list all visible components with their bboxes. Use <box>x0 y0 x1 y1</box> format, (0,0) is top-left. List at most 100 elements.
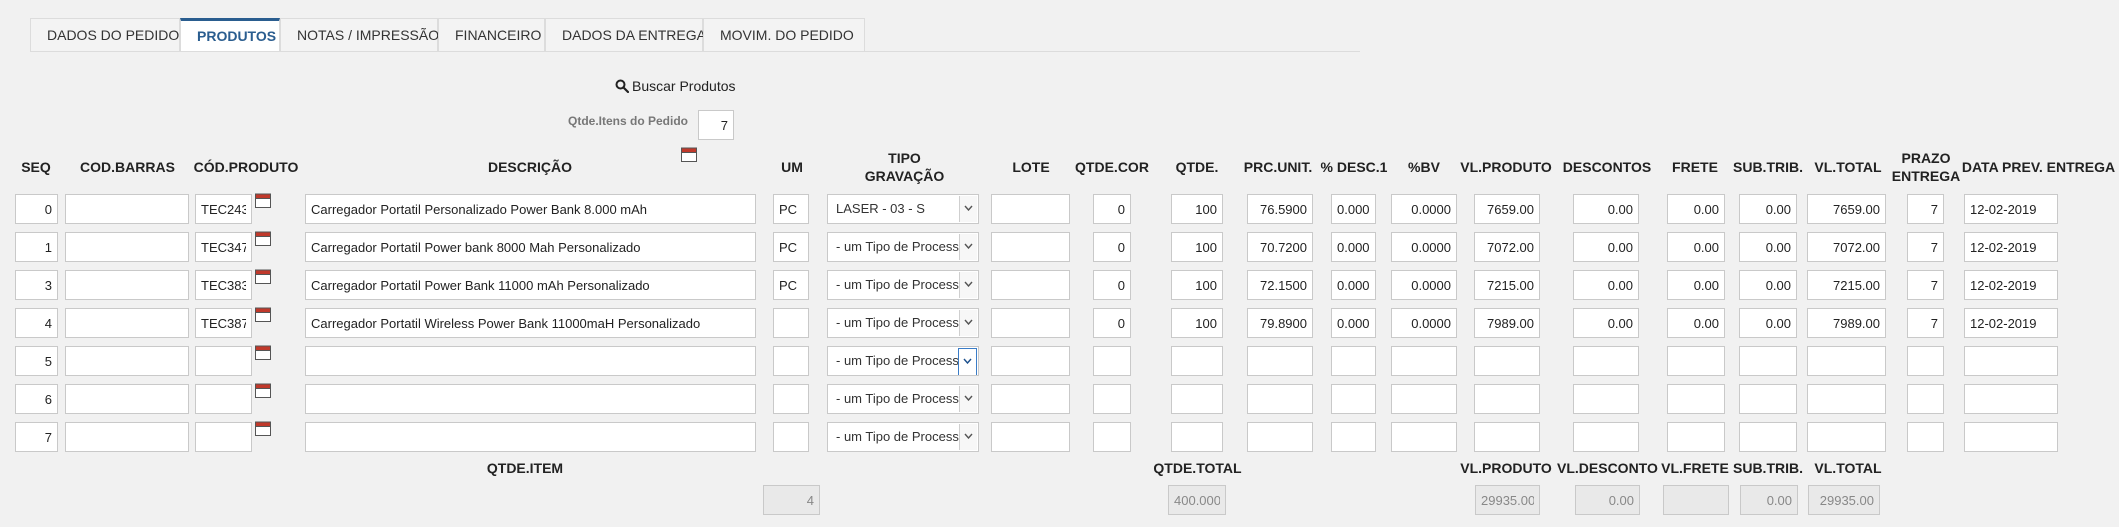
lote-field[interactable] <box>991 194 1070 224</box>
tipo-gravacao-select[interactable]: - um Tipo de Processo - <box>827 270 979 300</box>
descricao-field[interactable] <box>305 232 756 262</box>
lote-field[interactable] <box>991 308 1070 338</box>
vl-produto-field[interactable] <box>1474 270 1540 300</box>
qtde-field[interactable] <box>1171 422 1223 452</box>
lote-field[interactable] <box>991 422 1070 452</box>
sub-trib-field[interactable] <box>1739 422 1797 452</box>
qtde-field[interactable] <box>1171 270 1223 300</box>
descontos-field[interactable] <box>1573 232 1639 262</box>
seq-field[interactable] <box>15 308 58 338</box>
bv-field[interactable] <box>1391 422 1457 452</box>
tab-financeiro[interactable]: FINANCEIRO <box>438 18 545 51</box>
qtde-cor-field[interactable] <box>1093 308 1131 338</box>
vl-total-field[interactable] <box>1807 232 1886 262</box>
um-field[interactable] <box>773 422 809 452</box>
um-field[interactable] <box>773 270 809 300</box>
prazo-field[interactable] <box>1907 232 1944 262</box>
prazo-field[interactable] <box>1907 308 1944 338</box>
calendar-icon[interactable] <box>255 383 271 398</box>
qtde-field[interactable] <box>1171 308 1223 338</box>
tipo-gravacao-select[interactable]: - um Tipo de Processo - <box>827 308 979 338</box>
vl-produto-field[interactable] <box>1474 194 1540 224</box>
descricao-field[interactable] <box>305 346 756 376</box>
vl-produto-field[interactable] <box>1474 422 1540 452</box>
um-field[interactable] <box>773 194 809 224</box>
descontos-field[interactable] <box>1573 346 1639 376</box>
cod-produto-field[interactable] <box>195 384 252 414</box>
qtde-cor-field[interactable] <box>1093 346 1131 376</box>
qtde-cor-field[interactable] <box>1093 422 1131 452</box>
bv-field[interactable] <box>1391 194 1457 224</box>
qtde-itens-field[interactable] <box>698 110 734 140</box>
cod-produto-field[interactable] <box>195 308 252 338</box>
cod-barras-field[interactable] <box>65 346 189 376</box>
cod-barras-field[interactable] <box>65 422 189 452</box>
sub-trib-field[interactable] <box>1739 194 1797 224</box>
desc1-field[interactable] <box>1331 384 1376 414</box>
data-prev-entrega-field[interactable] <box>1964 308 2058 338</box>
cod-produto-field[interactable] <box>195 270 252 300</box>
tab-dados-do-pedido[interactable]: DADOS DO PEDIDO <box>30 18 180 51</box>
calendar-icon[interactable] <box>255 307 271 322</box>
qtde-cor-field[interactable] <box>1093 270 1131 300</box>
descricao-field[interactable] <box>305 270 756 300</box>
lote-field[interactable] <box>991 232 1070 262</box>
frete-field[interactable] <box>1667 232 1725 262</box>
sub-trib-field[interactable] <box>1739 346 1797 376</box>
frete-field[interactable] <box>1667 194 1725 224</box>
prazo-field[interactable] <box>1907 346 1944 376</box>
frete-field[interactable] <box>1667 422 1725 452</box>
vl-total-field[interactable] <box>1807 270 1886 300</box>
qtde-field[interactable] <box>1171 384 1223 414</box>
data-prev-entrega-field[interactable] <box>1964 270 2058 300</box>
prc-unit-field[interactable] <box>1247 194 1313 224</box>
calendar-icon[interactable] <box>255 269 271 284</box>
chevron-down-icon[interactable] <box>959 310 977 336</box>
calendar-icon[interactable] <box>255 421 271 436</box>
tipo-gravacao-select[interactable]: - um Tipo de Processo - <box>827 384 979 414</box>
desc1-field[interactable] <box>1331 232 1376 262</box>
descontos-field[interactable] <box>1573 194 1639 224</box>
data-prev-entrega-field[interactable] <box>1964 422 2058 452</box>
desc1-field[interactable] <box>1331 346 1376 376</box>
chevron-down-icon[interactable] <box>959 272 977 298</box>
um-field[interactable] <box>773 346 809 376</box>
descontos-field[interactable] <box>1573 422 1639 452</box>
descricao-field[interactable] <box>305 308 756 338</box>
tab-notas-impressao[interactable]: NOTAS / IMPRESSÃO <box>280 18 439 51</box>
descricao-field[interactable] <box>305 194 756 224</box>
tipo-gravacao-select[interactable]: - um Tipo de Processo - <box>827 422 979 452</box>
lote-field[interactable] <box>991 270 1070 300</box>
bv-field[interactable] <box>1391 384 1457 414</box>
um-field[interactable] <box>773 384 809 414</box>
qtde-field[interactable] <box>1171 346 1223 376</box>
prc-unit-field[interactable] <box>1247 270 1313 300</box>
frete-field[interactable] <box>1667 308 1725 338</box>
vl-total-field[interactable] <box>1807 384 1886 414</box>
tab-movim-do-pedido[interactable]: MOVIM. DO PEDIDO <box>703 18 865 51</box>
seq-field[interactable] <box>15 346 58 376</box>
cod-produto-field[interactable] <box>195 194 252 224</box>
bv-field[interactable] <box>1391 346 1457 376</box>
tipo-gravacao-select[interactable]: - um Tipo de Processo - <box>827 232 979 262</box>
cod-barras-field[interactable] <box>65 308 189 338</box>
cod-barras-field[interactable] <box>65 232 189 262</box>
descricao-field[interactable] <box>305 422 756 452</box>
prc-unit-field[interactable] <box>1247 308 1313 338</box>
descricao-field[interactable] <box>305 384 756 414</box>
calendar-icon[interactable] <box>255 231 271 246</box>
um-field[interactable] <box>773 232 809 262</box>
cod-barras-field[interactable] <box>65 194 189 224</box>
vl-produto-field[interactable] <box>1474 384 1540 414</box>
tab-dados-da-entrega[interactable]: DADOS DA ENTREGA <box>545 18 706 51</box>
cod-barras-field[interactable] <box>65 270 189 300</box>
seq-field[interactable] <box>15 270 58 300</box>
vl-total-field[interactable] <box>1807 308 1886 338</box>
prazo-field[interactable] <box>1907 422 1944 452</box>
cod-barras-field[interactable] <box>65 384 189 414</box>
chevron-down-icon[interactable] <box>958 348 977 375</box>
descontos-field[interactable] <box>1573 384 1639 414</box>
vl-total-field[interactable] <box>1807 194 1886 224</box>
desc1-field[interactable] <box>1331 308 1376 338</box>
tab-produtos[interactable]: PRODUTOS <box>180 18 280 51</box>
